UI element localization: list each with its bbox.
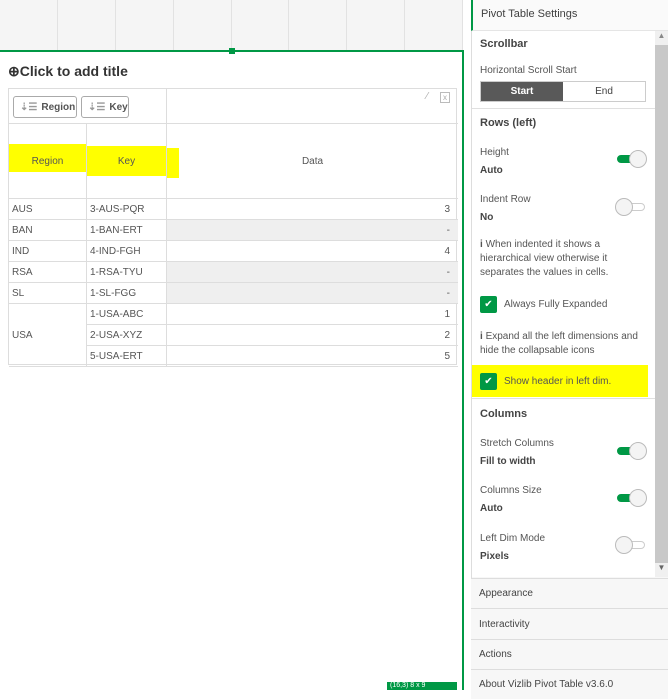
label-stretch-columns: Stretch Columns <box>480 438 554 449</box>
excel-export-icon[interactable]: x <box>440 92 450 103</box>
region-sort-button[interactable]: ⇣☰ Region <box>13 96 77 118</box>
plus-circle-icon: ⊕ <box>8 63 20 79</box>
section-appearance[interactable]: Appearance <box>471 578 668 608</box>
label-left-dim-mode: Left Dim Mode <box>480 533 546 544</box>
add-title[interactable]: ⊕Click to add title <box>8 63 128 80</box>
row-region-cell[interactable]: AUS <box>9 199 87 220</box>
value-columns-size: Auto <box>480 503 503 514</box>
show-header-checkbox[interactable]: ✔ <box>480 373 497 390</box>
row-key-cell[interactable]: 1-RSA-TYU <box>87 262 167 283</box>
left-dim-mode-toggle[interactable] <box>615 536 647 554</box>
settings-scroll-area: Scrollbar Horizontal Scroll Start Start … <box>472 31 655 577</box>
row-region-cell[interactable]: SL <box>9 283 87 304</box>
check-icon: ✔ <box>484 299 493 310</box>
scroll-down-arrow-icon[interactable]: ▼ <box>655 563 668 577</box>
section-actions[interactable]: Actions <box>471 639 668 669</box>
panel-header[interactable]: Pivot Table Settings <box>471 0 668 31</box>
value-indent-row: No <box>480 212 494 223</box>
check-icon: ✔ <box>484 376 493 387</box>
sort-icon: ⇣☰ <box>20 101 38 113</box>
value-left-dim-mode: Pixels <box>480 551 509 562</box>
indent-row-toggle[interactable] <box>615 198 647 216</box>
pivot-table: ⇣☰ Region ⇣☰ Key ⁄ x Region Key Data AUS 3-… <box>8 88 458 367</box>
toolbar-right: ⁄ x <box>167 89 458 124</box>
row-data-cell[interactable]: 1 <box>167 304 458 325</box>
label-columns-size: Columns Size <box>480 485 542 496</box>
section-interactivity[interactable]: Interactivity <box>471 608 668 639</box>
label-show-header: Show header in left dim. <box>504 376 612 387</box>
label-always-expanded: Always Fully Expanded <box>504 299 608 310</box>
end-option[interactable]: End <box>563 82 645 101</box>
scroll-up-arrow-icon[interactable]: ▲ <box>655 31 668 45</box>
row-key-cell[interactable]: 1-SL-FGG <box>87 283 167 304</box>
row-key-cell[interactable]: 4-IND-FGH <box>87 241 167 262</box>
row-data-cell[interactable]: 4 <box>167 241 458 262</box>
start-option[interactable]: Start <box>481 82 563 101</box>
value-height: Auto <box>480 165 503 176</box>
label-height: Height <box>480 147 509 158</box>
row-data-cell[interactable]: 5 <box>167 346 458 367</box>
row-data-cell[interactable]: - <box>167 283 458 304</box>
header-key[interactable]: Key <box>87 124 167 199</box>
header-region[interactable]: Region <box>9 124 87 199</box>
height-toggle[interactable] <box>615 150 647 168</box>
section-title-rows: Rows (left) <box>480 117 537 129</box>
row-region-cell[interactable]: USA <box>9 304 87 367</box>
section-title-columns: Columns <box>480 408 528 420</box>
row-data-cell[interactable]: 2 <box>167 325 458 346</box>
row-key-cell[interactable]: 3-AUS-PQR <box>87 199 167 220</box>
panel-scrollbar[interactable]: ▲ ▼ <box>655 31 668 577</box>
dimension-toolbar: ⇣☰ Region ⇣☰ Key <box>9 89 167 124</box>
row-region-cell[interactable]: IND <box>9 241 87 262</box>
label-horizontal-scroll: Horizontal Scroll Start <box>480 65 577 76</box>
divider <box>472 108 655 109</box>
stretch-columns-toggle[interactable] <box>615 442 647 460</box>
row-region-cell[interactable]: RSA <box>9 262 87 283</box>
magic-wand-icon[interactable]: ⁄ <box>426 91 428 102</box>
section-title-scrollbar: Scrollbar <box>480 38 528 50</box>
scroll-start-segmented: Start End <box>480 81 646 102</box>
sort-icon: ⇣☰ <box>88 101 106 113</box>
row-key-cell[interactable]: 5-USA-ERT <box>87 346 167 367</box>
row-key-cell[interactable]: 2-USA-XYZ <box>87 325 167 346</box>
section-about[interactable]: About Vizlib Pivot Table v3.6.0 <box>471 669 668 699</box>
sheet-grid <box>0 0 463 50</box>
expand-info-text: Expand all the left dimensions and hide … <box>480 331 638 356</box>
divider <box>472 398 655 399</box>
indent-info-text: When indented it shows a hierarchical vi… <box>480 239 609 278</box>
always-expanded-checkbox[interactable]: ✔ <box>480 296 497 313</box>
header-data: Data <box>167 124 458 199</box>
label-indent-row: Indent Row <box>480 194 531 205</box>
resize-handle[interactable] <box>229 48 235 54</box>
key-sort-button[interactable]: ⇣☰ Key <box>81 96 129 118</box>
row-data-cell[interactable]: 3 <box>167 199 458 220</box>
row-data-cell[interactable]: - <box>167 262 458 283</box>
row-key-cell[interactable]: 1-USA-ABC <box>87 304 167 325</box>
row-region-cell[interactable]: BAN <box>9 220 87 241</box>
row-key-cell[interactable]: 1-BAN-ERT <box>87 220 167 241</box>
row-data-cell[interactable]: - <box>167 220 458 241</box>
columns-size-toggle[interactable] <box>615 489 647 507</box>
value-stretch-columns: Fill to width <box>480 456 536 467</box>
status-badge: (16,3) 8 x 9 <box>387 682 457 690</box>
